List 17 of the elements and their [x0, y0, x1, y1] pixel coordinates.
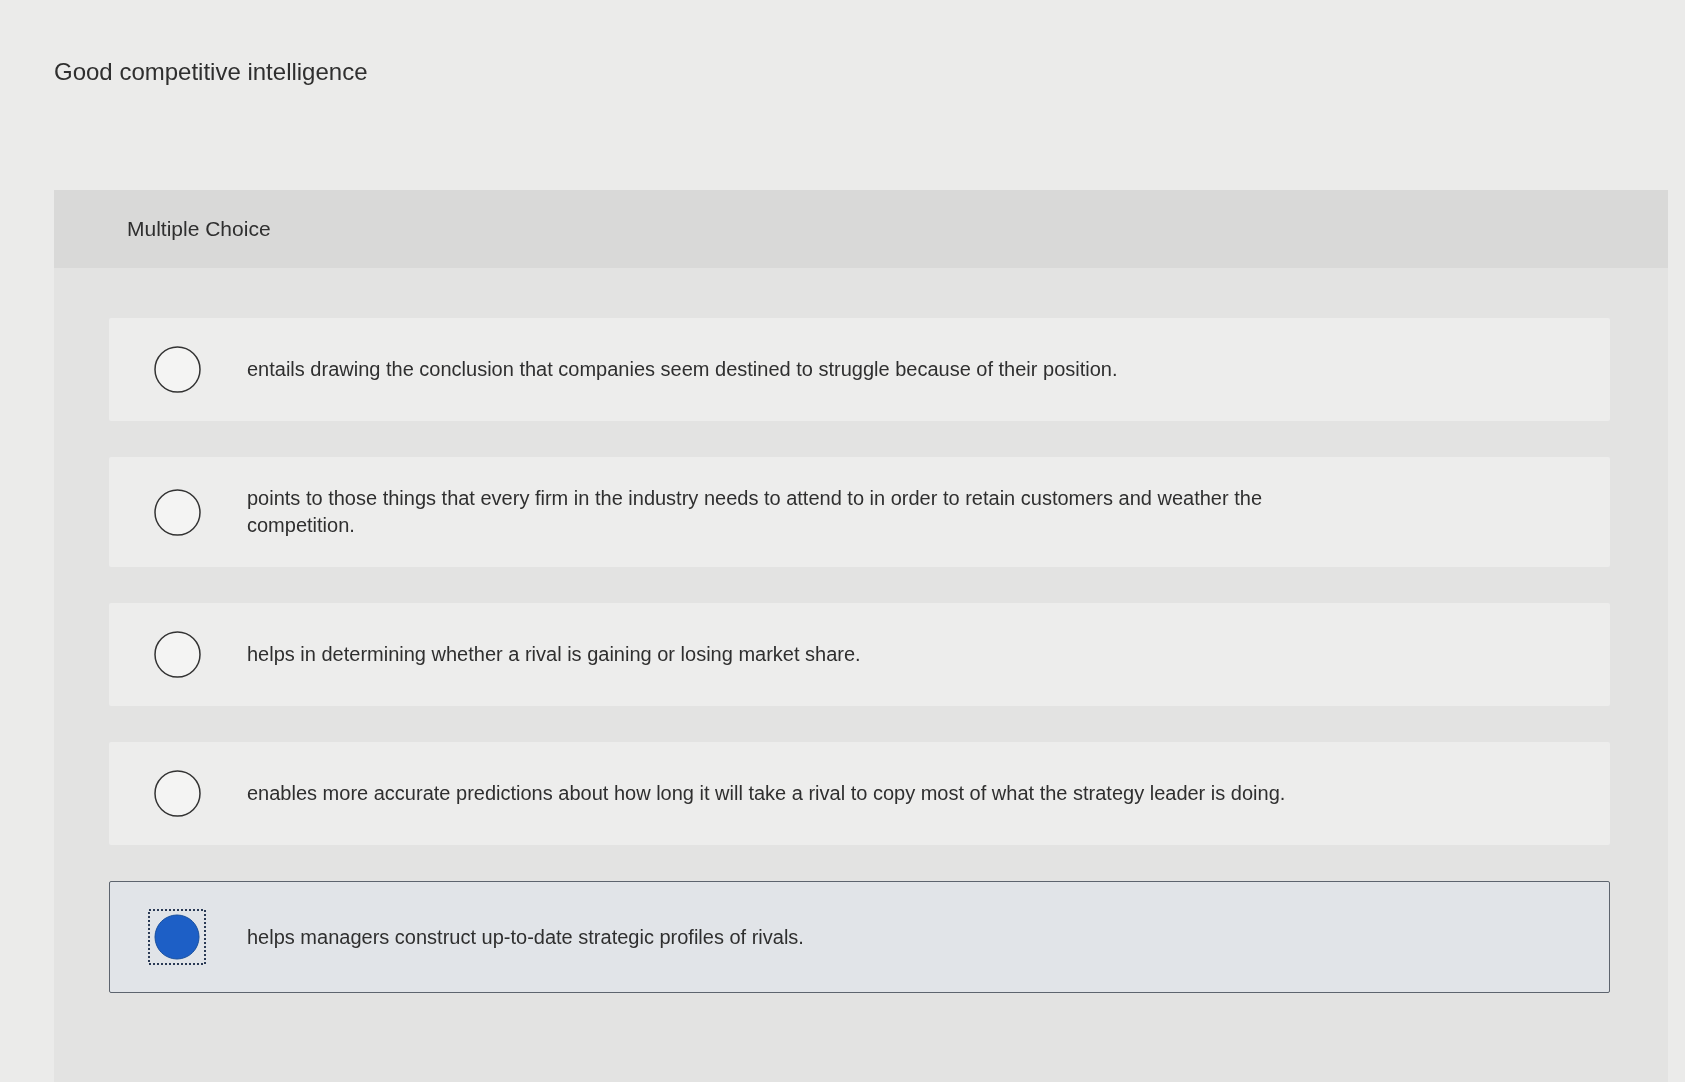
option-text: helps managers construct up-to-date strategic profiles of rivals. — [247, 924, 804, 950]
answer-option[interactable]: points to those things that every firm in the industry needs to attend to in order to retain customers and weather the competition. — [109, 457, 1610, 567]
option-text: points to those things that every firm in the industry needs to attend to in order to retain customers and weather the competition. — [247, 486, 1263, 538]
option-text: enables more accurate predictions about how long it will take a rival to copy most of what the strategy leader is doing. — [247, 781, 1286, 806]
question-text: Good competitive intelligence — [54, 57, 368, 87]
option-text: entails drawing the conclusion that companies seem destined to struggle because of their position. — [247, 357, 1118, 382]
answer-option[interactable]: entails drawing the conclusion that companies seem destined to struggle because of their position. — [109, 318, 1610, 421]
answer-option[interactable]: helps in determining whether a rival is gaining or losing market share. — [109, 603, 1610, 706]
answer-option[interactable]: enables more accurate predictions about how long it will take a rival to copy most of what the strategy leader is doing. — [109, 742, 1610, 845]
answer-option[interactable]: helps managers construct up-to-date strategic profiles of rivals. — [109, 881, 1610, 993]
option-text: helps in determining whether a rival is gaining or losing market share. — [247, 642, 861, 667]
radio-button[interactable] — [153, 488, 201, 536]
question-type-label: Multiple Choice — [127, 216, 271, 242]
radio-button[interactable] — [148, 909, 206, 965]
radio-button[interactable] — [153, 770, 201, 817]
radio-button[interactable] — [153, 631, 201, 678]
radio-button[interactable] — [153, 346, 201, 393]
